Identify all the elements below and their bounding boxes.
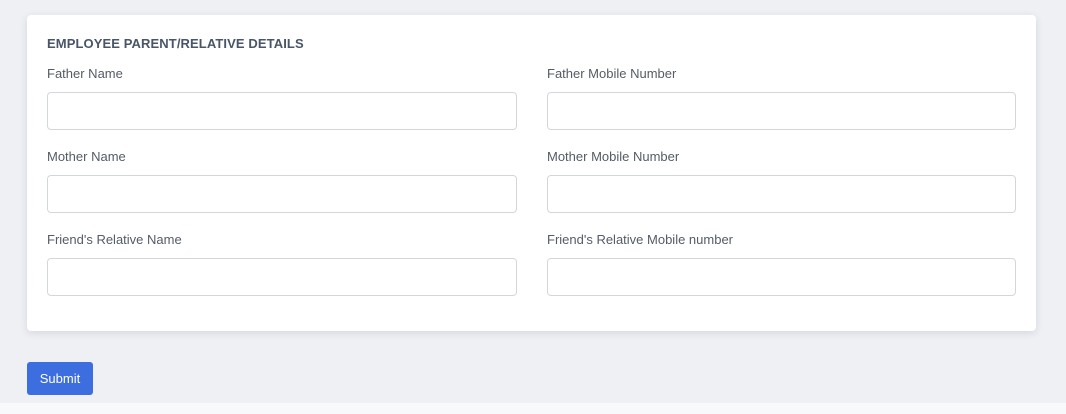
mother-name-label: Mother Name [47,149,126,164]
father-mobile-input[interactable] [547,92,1016,130]
mother-name-input[interactable] [47,175,517,213]
section-title: EMPLOYEE PARENT/RELATIVE DETAILS [47,36,304,51]
page-footer-strip [0,403,1066,414]
submit-button[interactable]: Submit [27,362,93,395]
parent-relative-details-card: EMPLOYEE PARENT/RELATIVE DETAILS Father … [27,15,1036,331]
mother-mobile-label: Mother Mobile Number [547,149,680,164]
father-mobile-label: Father Mobile Number [547,66,677,81]
friend-relative-mobile-label: Friend's Relative Mobile number [547,232,734,247]
friend-relative-name-label: Friend's Relative Name [47,232,182,247]
father-name-label: Father Name [47,66,123,81]
friend-relative-mobile-input[interactable] [547,258,1016,296]
father-name-input[interactable] [47,92,517,130]
mother-mobile-input[interactable] [547,175,1016,213]
friend-relative-name-input[interactable] [47,258,517,296]
